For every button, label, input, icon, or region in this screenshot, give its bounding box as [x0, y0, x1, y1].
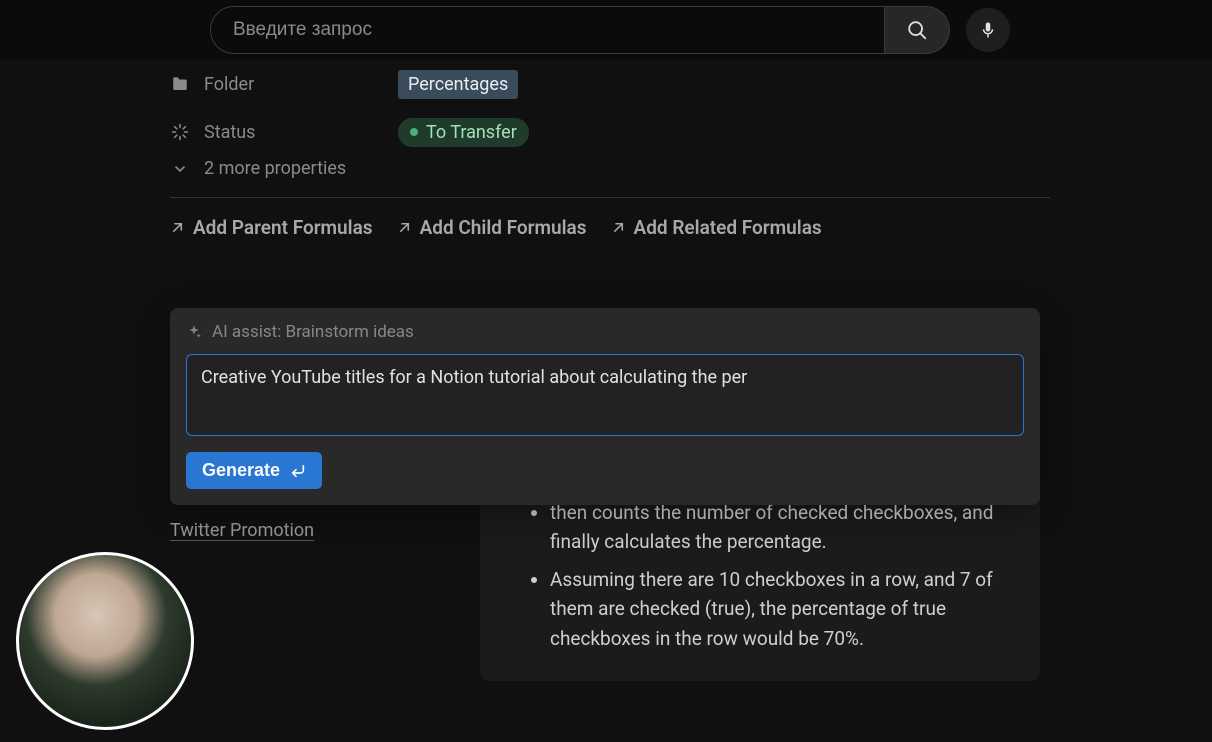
arrow-up-right-icon — [397, 220, 412, 235]
formula-links: Add Parent Formulas Add Child Formulas A… — [170, 216, 1050, 239]
add-parent-formulas-link[interactable]: Add Parent Formulas — [170, 216, 373, 239]
property-row-status[interactable]: Status To Transfer — [170, 108, 1050, 156]
search-button[interactable] — [885, 6, 950, 54]
search-bar — [0, 0, 1212, 60]
ai-assist-header: AI assist: Brainstorm ideas — [186, 322, 1024, 342]
add-related-formulas-link[interactable]: Add Related Formulas — [611, 216, 822, 239]
status-icon — [170, 122, 190, 142]
twitter-promotion-link[interactable]: Twitter Promotion — [170, 520, 314, 541]
property-row-folder[interactable]: Folder Percentages — [170, 60, 1050, 108]
voice-search-button[interactable] — [966, 8, 1010, 52]
more-properties-label: 2 more properties — [204, 158, 346, 179]
arrow-up-right-icon — [611, 220, 626, 235]
ai-assist-title: AI assist: Brainstorm ideas — [212, 322, 414, 342]
folder-icon — [170, 74, 190, 94]
arrow-up-right-icon — [170, 220, 185, 235]
status-tag[interactable]: To Transfer — [398, 118, 529, 147]
description-bullet: Assuming there are 10 checkboxes in a ro… — [550, 565, 1010, 653]
ai-assist-panel: AI assist: Brainstorm ideas Generate — [170, 308, 1040, 505]
webcam-overlay — [16, 552, 194, 730]
chevron-down-icon — [170, 159, 190, 179]
sparkle-icon — [186, 324, 202, 340]
generate-label: Generate — [202, 460, 280, 481]
ai-prompt-input[interactable] — [186, 354, 1024, 436]
search-icon — [906, 19, 928, 41]
folder-tag[interactable]: Percentages — [398, 70, 518, 99]
document-properties: Folder Percentages Status To Transfer 2 … — [170, 60, 1050, 279]
add-child-formulas-link[interactable]: Add Child Formulas — [397, 216, 587, 239]
property-label: Folder — [204, 74, 384, 95]
microphone-icon — [979, 21, 997, 39]
more-properties-toggle[interactable]: 2 more properties — [170, 158, 1050, 179]
description-bullet: then counts the number of checked checkb… — [550, 498, 1010, 557]
description-card: then counts the number of checked checkb… — [480, 498, 1040, 681]
divider — [170, 197, 1050, 198]
generate-button[interactable]: Generate — [186, 452, 322, 489]
search-input[interactable] — [210, 6, 885, 54]
property-label: Status — [204, 122, 384, 143]
enter-icon — [290, 463, 306, 479]
sidebar-links: Twitter Promotion — [170, 520, 470, 541]
